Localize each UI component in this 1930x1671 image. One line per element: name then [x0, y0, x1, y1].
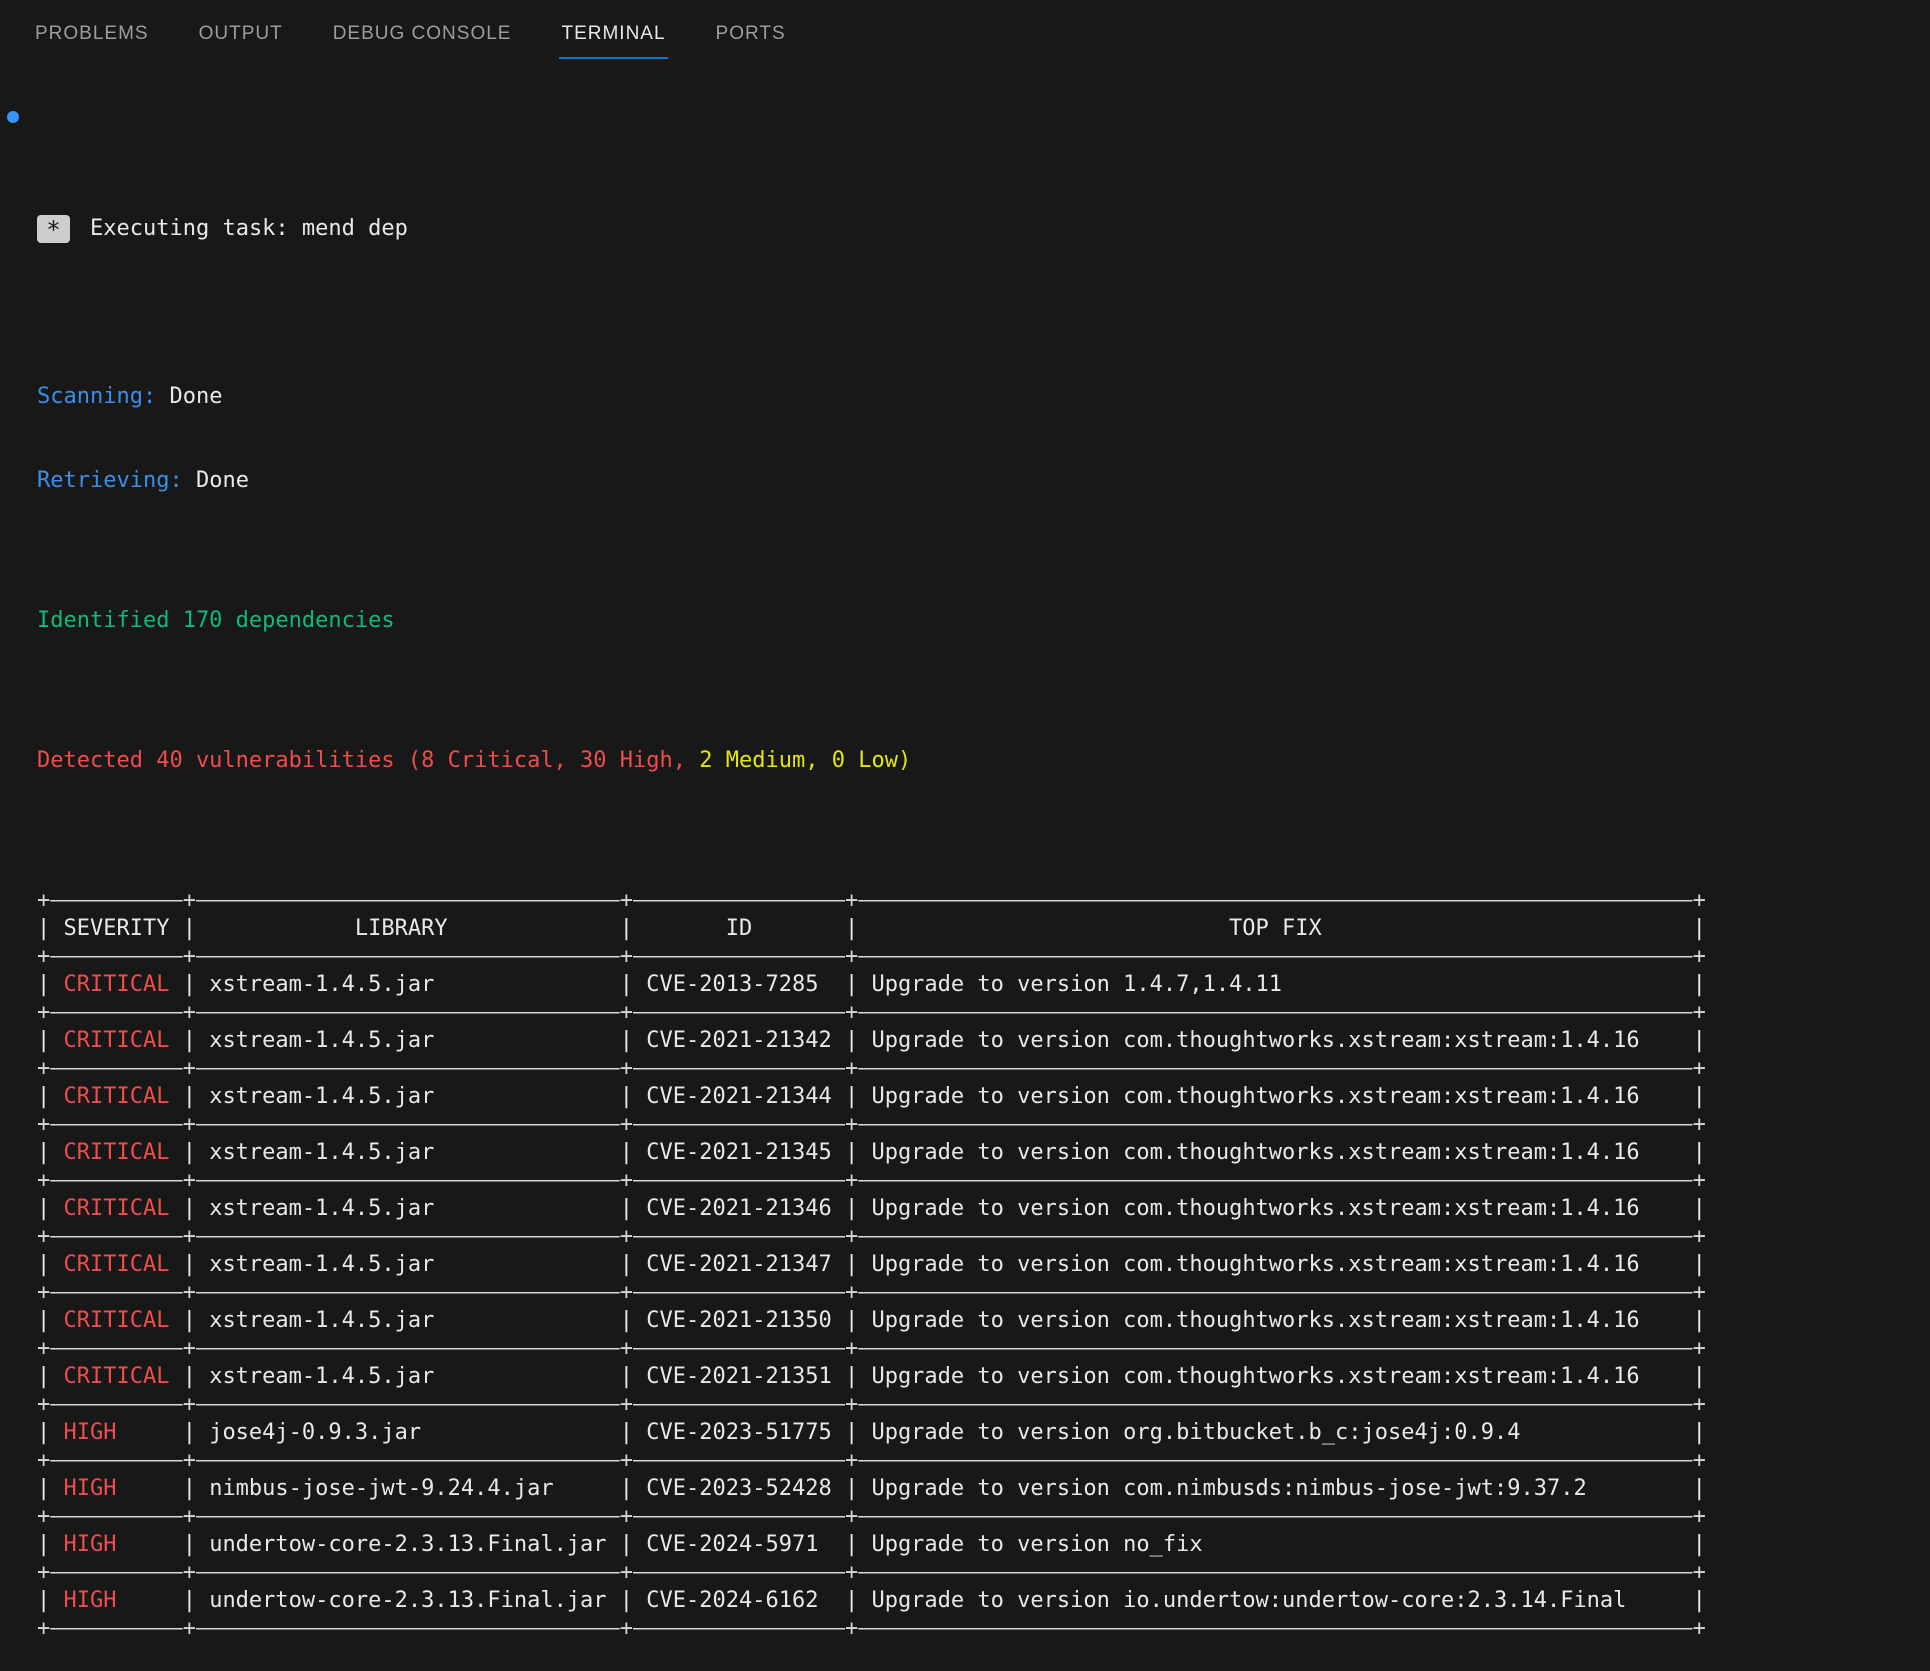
table-border-line: +——————————+————————————————————————————…	[37, 1615, 1930, 1643]
table-border-line: +——————————+————————————————————————————…	[37, 1335, 1930, 1363]
command-decoration-dot	[7, 111, 19, 123]
table-row: | HIGH | undertow-core-2.3.13.Final.jar …	[37, 1531, 1930, 1559]
table-row: | CRITICAL | xstream-1.4.5.jar | CVE-202…	[37, 1083, 1930, 1111]
table-border-line: +——————————+————————————————————————————…	[37, 1503, 1930, 1531]
task-line: * Executing task: mend dep	[37, 215, 1930, 243]
terminal[interactable]: * Executing task: mend dep Scanning: Done…	[0, 68, 1930, 1671]
table-border-line: +——————————+————————————————————————————…	[37, 1111, 1930, 1139]
table-border-line: +——————————+————————————————————————————…	[37, 1167, 1930, 1195]
table-border-line: +——————————+————————————————————————————…	[37, 887, 1930, 915]
detected-yellow-text: 2 Medium, 0 Low)	[699, 748, 911, 773]
table-row: | HIGH | nimbus-jose-jwt-9.24.4.jar | CV…	[37, 1475, 1930, 1503]
table-row: | CRITICAL | xstream-1.4.5.jar | CVE-202…	[37, 1307, 1930, 1335]
table-border-line: +——————————+————————————————————————————…	[37, 1223, 1930, 1251]
scanning-value: Done	[169, 384, 222, 409]
table-row: | CRITICAL | xstream-1.4.5.jar | CVE-202…	[37, 1251, 1930, 1279]
table-border-line: +——————————+————————————————————————————…	[37, 999, 1930, 1027]
retrieving-label: Retrieving:	[37, 468, 183, 493]
table-row: | HIGH | undertow-core-2.3.13.Final.jar …	[37, 1587, 1930, 1615]
tab-ports[interactable]: PORTS	[714, 0, 788, 68]
table-border-line: +——————————+————————————————————————————…	[37, 1447, 1930, 1475]
retrieving-line: Retrieving: Done	[37, 467, 1930, 495]
table-header-line: | SEVERITY | LIBRARY | ID | TOP FIX |	[37, 915, 1930, 943]
identified-text: Identified 170 dependencies	[37, 608, 395, 633]
table-row: | CRITICAL | xstream-1.4.5.jar | CVE-202…	[37, 1363, 1930, 1391]
table-row: | CRITICAL | xstream-1.4.5.jar | CVE-202…	[37, 1139, 1930, 1167]
panel-tabbar: PROBLEMS OUTPUT DEBUG CONSOLE TERMINAL PORTS	[0, 0, 1930, 68]
table-row: | CRITICAL | xstream-1.4.5.jar | CVE-202…	[37, 1195, 1930, 1223]
tab-problems[interactable]: PROBLEMS	[33, 0, 151, 68]
table-border-line: +——————————+————————————————————————————…	[37, 943, 1930, 971]
tab-terminal[interactable]: TERMINAL	[559, 0, 667, 68]
retrieving-value: Done	[196, 468, 249, 493]
tab-debug-console[interactable]: DEBUG CONSOLE	[331, 0, 514, 68]
vulnerability-table: +——————————+————————————————————————————…	[37, 887, 1930, 1643]
scanning-line: Scanning: Done	[37, 383, 1930, 411]
detected-line: Detected 40 vulnerabilities (8 Critical,…	[37, 747, 1930, 775]
scanning-label: Scanning:	[37, 384, 156, 409]
table-row: | CRITICAL | xstream-1.4.5.jar | CVE-202…	[37, 1027, 1930, 1055]
detected-red-text: Detected 40 vulnerabilities (8 Critical,…	[37, 748, 699, 773]
tab-output[interactable]: OUTPUT	[197, 0, 285, 68]
table-border-line: +——————————+————————————————————————————…	[37, 1055, 1930, 1083]
table-row: | CRITICAL | xstream-1.4.5.jar | CVE-201…	[37, 971, 1930, 999]
task-asterisk-icon: *	[37, 215, 70, 243]
task-text: Executing task: mend dep	[90, 216, 408, 241]
table-border-line: +——————————+————————————————————————————…	[37, 1391, 1930, 1419]
identified-line: Identified 170 dependencies	[37, 607, 1930, 635]
table-border-line: +——————————+————————————————————————————…	[37, 1559, 1930, 1587]
table-row: | HIGH | jose4j-0.9.3.jar | CVE-2023-517…	[37, 1419, 1930, 1447]
table-border-line: +——————————+————————————————————————————…	[37, 1279, 1930, 1307]
